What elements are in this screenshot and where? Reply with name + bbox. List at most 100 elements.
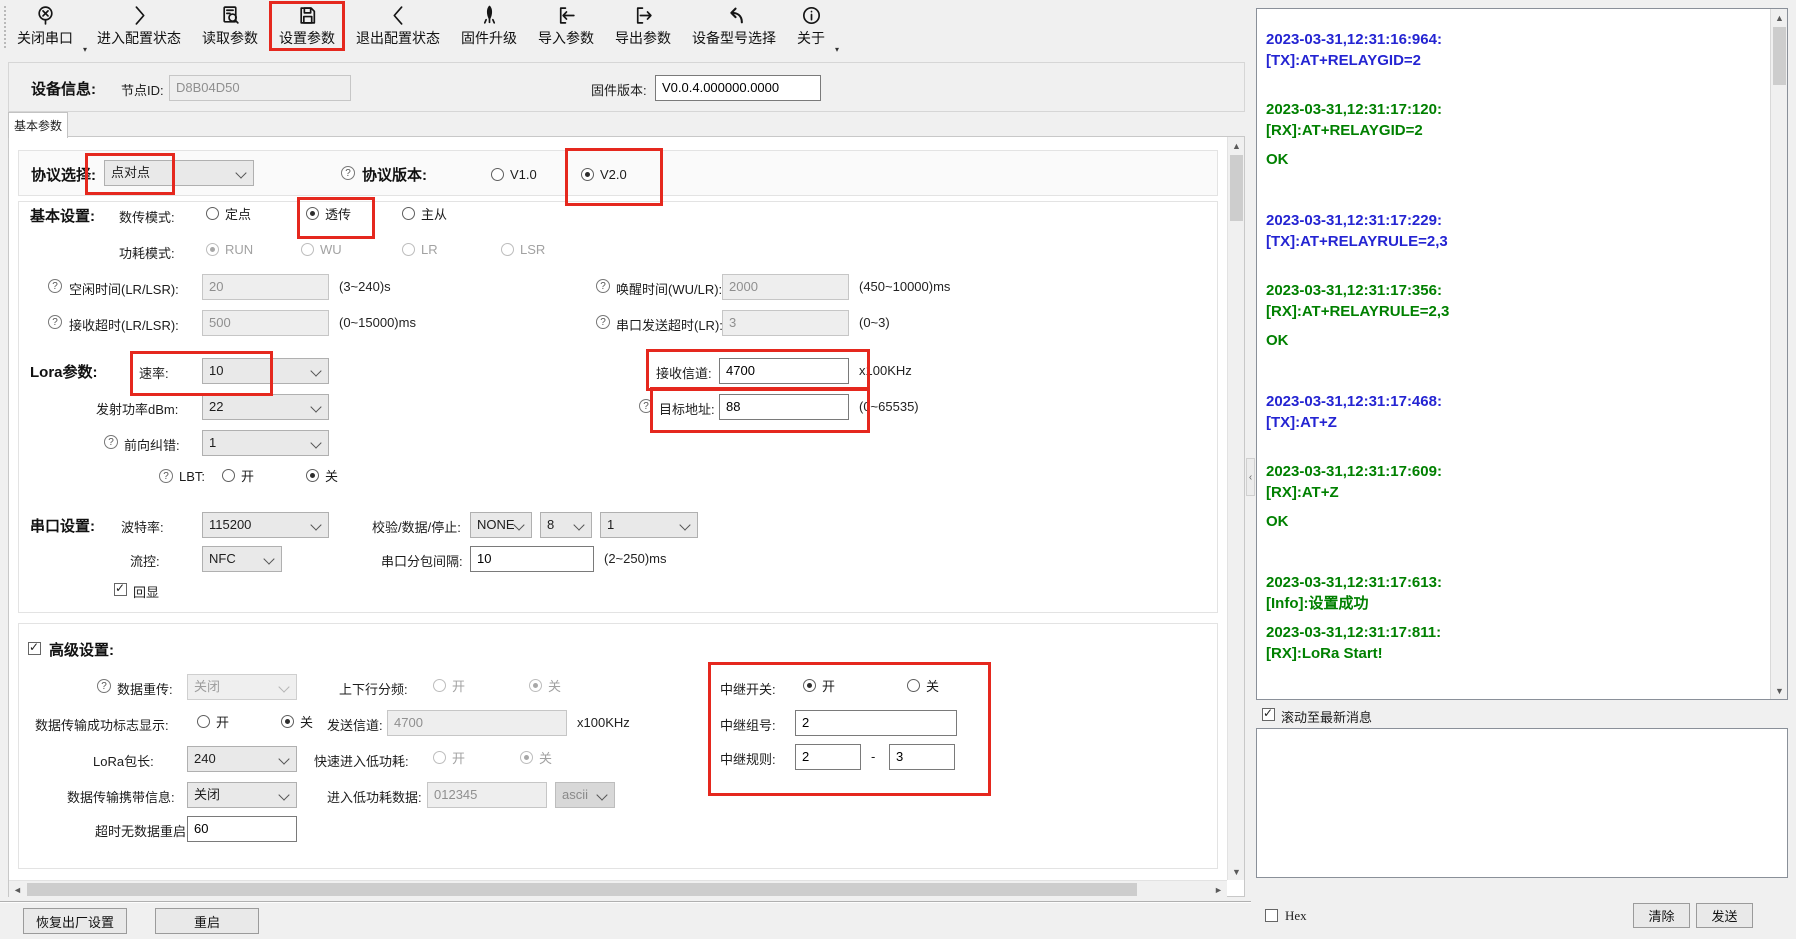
exit-config-button[interactable]: 退出配置状态 xyxy=(351,3,445,50)
radio-mode-transparent[interactable]: 透传 xyxy=(306,205,351,221)
send-input-area[interactable] xyxy=(1256,728,1788,878)
firmware-upgrade-button[interactable]: 固件升级 xyxy=(456,3,522,50)
help-icon[interactable] xyxy=(341,166,355,180)
send-button[interactable]: 发送 xyxy=(1696,903,1753,928)
import-params-button[interactable]: 导入参数 xyxy=(533,3,599,50)
rate-dropdown[interactable]: 10 xyxy=(202,358,329,384)
lp-data-encoding-dropdown[interactable]: ascii xyxy=(555,782,615,808)
radio-power-lr[interactable]: LR xyxy=(402,241,438,257)
help-icon[interactable] xyxy=(159,469,173,483)
log-vertical-scrollbar[interactable]: ▲ ▼ xyxy=(1770,9,1787,699)
radio-protocol-v2[interactable]: V2.0 xyxy=(581,166,627,182)
radio-relay-off[interactable]: 关 xyxy=(907,677,939,693)
factory-reset-button[interactable]: 恢复出厂设置 xyxy=(23,908,127,934)
timeout-restart-field[interactable]: 60 xyxy=(187,816,297,842)
radio-mode-master-slave[interactable]: 主从 xyxy=(402,205,447,221)
close-serial-button[interactable]: 关闭串口 xyxy=(12,3,78,50)
model-select-button[interactable]: 设备型号选择 xyxy=(687,3,781,50)
tx-power-dropdown[interactable]: 22 xyxy=(202,394,329,420)
read-params-button[interactable]: 读取参数 xyxy=(197,3,263,50)
baud-dropdown[interactable]: 115200 xyxy=(202,512,329,538)
rx-timeout-field[interactable]: 500 xyxy=(202,310,329,336)
scroll-down-arrow[interactable]: ▼ xyxy=(1771,682,1788,699)
help-icon[interactable] xyxy=(48,279,62,293)
scroll-left-arrow[interactable]: ◄ xyxy=(9,881,26,898)
radio-flag-on[interactable]: 开 xyxy=(197,713,229,729)
form-vertical-scrollbar[interactable]: ▲ ▼ xyxy=(1227,137,1244,880)
radio-updown-on[interactable]: 开 xyxy=(433,677,465,693)
advanced-checkbox[interactable] xyxy=(28,642,41,655)
parity-dropdown[interactable]: NONE xyxy=(470,512,532,538)
wake-time-field[interactable]: 2000 xyxy=(722,274,849,300)
chevron-down-icon xyxy=(596,789,607,800)
relay-rule-from-field[interactable]: 2 xyxy=(795,744,861,770)
protocol-value: 点对点 xyxy=(111,165,150,180)
relay-group-field[interactable]: 2 xyxy=(795,710,957,736)
scroll-up-arrow[interactable]: ▲ xyxy=(1228,137,1245,154)
form-horizontal-scrollbar[interactable]: ◄ ► xyxy=(9,880,1227,897)
help-icon[interactable] xyxy=(596,315,610,329)
chevron-down-icon[interactable]: ▾ xyxy=(835,45,839,54)
log-output[interactable]: 2023-03-31,12:31:16:964:[TX]:AT+RELAYGID… xyxy=(1256,8,1788,700)
target-addr-field[interactable]: 88 xyxy=(719,394,849,420)
scrollbar-thumb[interactable] xyxy=(27,883,1137,896)
scroll-right-arrow[interactable]: ► xyxy=(1210,881,1227,898)
panel-splitter-handle[interactable]: ‹ xyxy=(1246,458,1255,496)
stop-bits-dropdown[interactable]: 1 xyxy=(600,512,698,538)
help-icon[interactable] xyxy=(97,679,111,693)
radio-flag-off[interactable]: 关 xyxy=(281,713,313,729)
echo-checkbox[interactable] xyxy=(114,583,127,596)
timeout-restart-label: 超时无数据重启: xyxy=(95,821,190,840)
clear-button[interactable]: 清除 xyxy=(1633,903,1690,928)
radio-lbt-off[interactable]: 关 xyxy=(306,467,338,483)
scroll-up-arrow[interactable]: ▲ xyxy=(1771,9,1788,26)
protocol-dropdown[interactable]: 点对点 xyxy=(104,160,254,186)
hex-checkbox[interactable] xyxy=(1265,909,1278,922)
parity-value: NONE xyxy=(477,517,515,532)
enter-config-button[interactable]: 进入配置状态 xyxy=(92,3,186,50)
chevron-right-icon xyxy=(129,5,150,26)
scrollbar-thumb[interactable] xyxy=(1230,155,1243,221)
about-button[interactable]: 关于 xyxy=(792,3,830,50)
help-icon[interactable] xyxy=(48,315,62,329)
relay-rule-to-field[interactable]: 3 xyxy=(889,744,955,770)
radio-power-lsr[interactable]: LSR xyxy=(501,241,545,257)
pkt-len-dropdown[interactable]: 240 xyxy=(187,746,297,772)
scroll-down-arrow[interactable]: ▼ xyxy=(1228,863,1245,880)
pkt-interval-field[interactable]: 10 xyxy=(470,546,594,572)
radio-power-wu[interactable]: WU xyxy=(301,241,342,257)
rx-channel-field[interactable]: 4700 xyxy=(719,358,849,384)
radio-updown-off[interactable]: 关 xyxy=(529,677,561,693)
set-params-button[interactable]: 设置参数 xyxy=(274,3,340,50)
carry-info-dropdown[interactable]: 关闭 xyxy=(187,782,297,808)
radio-protocol-v1[interactable]: V1.0 xyxy=(491,166,537,182)
tx-power-label: 发射功率dBm: xyxy=(96,399,178,418)
retrans-dropdown[interactable]: 关闭 xyxy=(187,674,297,700)
node-id-field[interactable]: D8B04D50 xyxy=(169,75,351,101)
restart-button[interactable]: 重启 xyxy=(155,908,259,934)
help-icon[interactable] xyxy=(596,279,610,293)
radio-lbt-on[interactable]: 开 xyxy=(222,467,254,483)
scrollbar-thumb[interactable] xyxy=(1773,27,1786,85)
radio-fast-lp-on[interactable]: 开 xyxy=(433,749,465,765)
radio-power-run[interactable]: RUN xyxy=(206,241,253,257)
relay-switch-label: 中继开关: xyxy=(720,679,776,698)
lp-data-field[interactable]: 012345 xyxy=(427,782,547,808)
firmware-version-field[interactable]: V0.0.4.000000.0000 xyxy=(655,75,821,101)
help-icon[interactable] xyxy=(104,435,118,449)
radio-relay-on[interactable]: 开 xyxy=(803,677,835,693)
uart-timeout-field[interactable]: 3 xyxy=(722,310,849,336)
data-bits-dropdown[interactable]: 8 xyxy=(540,512,592,538)
flow-control-dropdown[interactable]: NFC xyxy=(202,546,282,572)
fec-dropdown[interactable]: 1 xyxy=(202,430,329,456)
tx-channel-field[interactable]: 4700 xyxy=(387,710,567,736)
import-icon xyxy=(556,5,577,26)
scroll-latest-checkbox[interactable] xyxy=(1262,708,1275,721)
idle-time-field[interactable]: 20 xyxy=(202,274,329,300)
tab-basic-params[interactable]: 基本参数 xyxy=(8,112,68,138)
chevron-down-icon[interactable]: ▾ xyxy=(83,45,87,54)
export-params-button[interactable]: 导出参数 xyxy=(610,3,676,50)
radio-mode-fixed[interactable]: 定点 xyxy=(206,205,251,221)
radio-fast-lp-off[interactable]: 关 xyxy=(520,749,552,765)
help-icon[interactable] xyxy=(639,399,653,413)
